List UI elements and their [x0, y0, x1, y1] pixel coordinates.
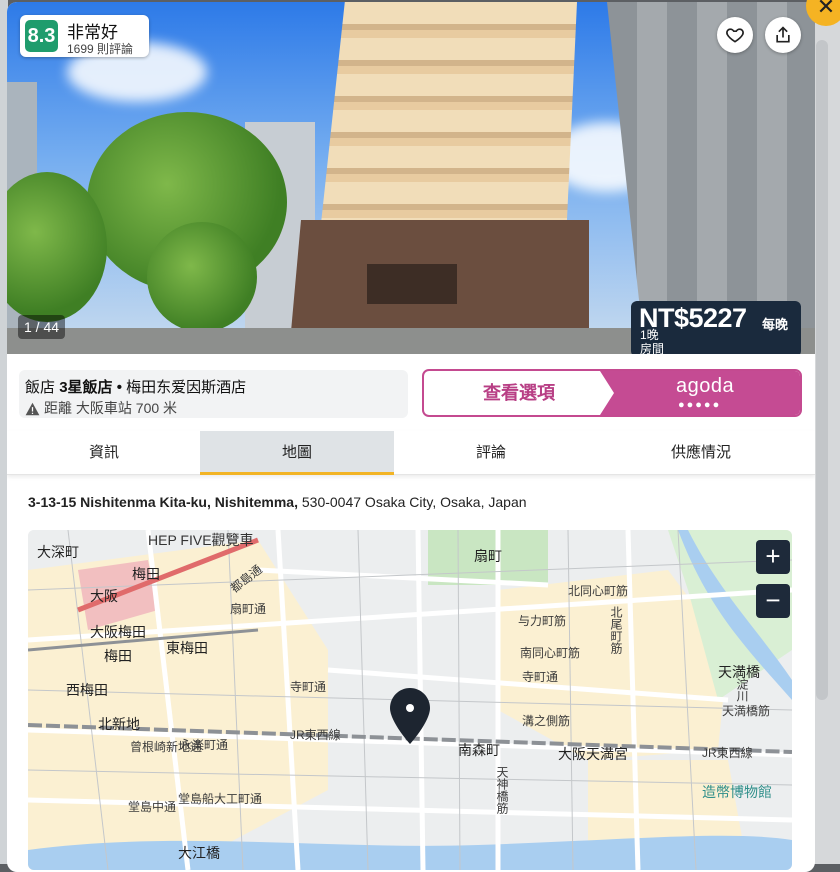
map-label-ogimachi: 扇町 — [474, 548, 502, 564]
map-label-minami-doshin: 南同心町筋 — [520, 646, 581, 660]
map-zoom-out-button[interactable]: − — [756, 584, 790, 618]
tab-map[interactable]: 地圖 — [200, 431, 394, 475]
map-label-jr-tozai: JR東西線 — [290, 728, 341, 742]
map-label-teramachi: 寺町通 — [290, 680, 327, 694]
hotel-type: 飯店 — [25, 379, 56, 396]
hotel-stars: 3星飯店 — [59, 379, 113, 396]
location-map[interactable]: HEP FIVE觀覽車 大深町 扇町 梅田 大阪 大阪梅田 梅田 東梅田 扇町通… — [28, 530, 792, 870]
map-label-mint-museum: 造幣博物館 — [702, 784, 772, 800]
share-icon — [776, 26, 790, 43]
map-label-yodogawa: 淀川 — [735, 678, 749, 702]
review-count: 1699 則評論 — [67, 42, 134, 56]
share-button[interactable] — [765, 17, 801, 53]
price-room-label: 房間 — [640, 342, 665, 354]
agoda-logo: agoda — [676, 375, 735, 397]
address-street: 3-13-15 Nishitenma Kita-ku, Nishitemma, — [28, 494, 298, 510]
map-label-kitadoshin: 北同心町筋 — [568, 584, 629, 598]
map-label-osaka: 大阪 — [90, 588, 118, 604]
tab-reviews[interactable]: 評論 — [394, 431, 588, 475]
map-label-higashi-umeda: 東梅田 — [166, 640, 208, 656]
distance-text: 距離 大阪車站 700 米 — [44, 400, 178, 416]
hotel-separator: • — [116, 379, 122, 396]
view-options-button[interactable]: 查看選項 agoda ●●●●● — [422, 369, 802, 417]
photo-hotel-entrance — [367, 264, 457, 304]
modal-scrollbar[interactable] — [816, 40, 828, 700]
price-nights: 1晚 房間 — [640, 328, 664, 354]
map-label-eiraku: 永楽町通 — [180, 738, 229, 752]
photo-counter: 1 / 44 — [18, 315, 66, 339]
price-nights-count: 1晚 — [640, 328, 659, 342]
hotel-name: 梅田东爱因斯酒店 — [126, 379, 247, 396]
map-label-osaka-mint-street: 天神橋筋 — [495, 766, 509, 814]
map-zoom-in-button[interactable]: + — [756, 540, 790, 574]
map-label-dojima-naka: 堂島中通 — [128, 800, 177, 814]
map-label-tenjinbashi: 天満橋筋 — [722, 704, 771, 718]
map-label-umeda-station: 梅田 — [132, 566, 160, 582]
map-label-ogimachi-dori: 扇町通 — [230, 602, 267, 616]
map-label-nishi-umeda: 西梅田 — [66, 682, 108, 698]
hotel-info-bar: 飯店 3星飯店 • 梅田东爱因斯酒店 距離 大阪車站 700 米 — [19, 370, 408, 418]
address-city: 530-0047 Osaka City, Osaka, Japan — [301, 494, 527, 510]
map-label-teramachi-east: 寺町通 — [522, 670, 559, 684]
view-options-label: 查看選項 — [483, 383, 555, 403]
tab-info[interactable]: 資訊 — [7, 431, 201, 475]
heart-icon — [726, 28, 744, 43]
map-label-umeda: 梅田 — [104, 648, 132, 664]
detail-tabs: 資訊 地圖 評論 供應情況 — [7, 431, 815, 475]
rating-score: 8.3 — [25, 20, 58, 52]
hotel-distance: 距離 大阪車站 700 米 — [25, 398, 177, 418]
hotel-photo[interactable]: 8.3 非常好 1699 則評論 1 / 44 NT$5227 每晚 1晚 房間 — [7, 2, 815, 354]
map-label-jr-tozai-east: JR東西線 — [702, 746, 753, 760]
map-label-yoriki: 与力町筋 — [518, 614, 567, 628]
price-per-night: 每晚 — [762, 317, 789, 332]
hotel-address: 3-13-15 Nishitenma Kita-ku, Nishitemma, … — [28, 494, 527, 510]
tab-availability[interactable]: 供應情況 — [604, 431, 798, 475]
warning-icon — [25, 402, 40, 416]
map-label-hep-five: HEP FIVE觀覽車 — [148, 532, 254, 548]
map-label-dojimahama: 堂島船大工町通 — [178, 792, 263, 806]
price-tag: NT$5227 每晚 1晚 房間 — [631, 301, 801, 354]
map-label-osaka-umeda: 大阪梅田 — [90, 624, 146, 640]
favorite-button[interactable] — [717, 17, 753, 53]
map-label-mizonokawa: 溝之側筋 — [522, 714, 571, 728]
photo-tree — [147, 222, 257, 332]
map-label-kita-shinchi: 北新地 — [98, 716, 140, 732]
hotel-title-line: 飯店 3星飯店 • 梅田东爱因斯酒店 — [25, 376, 246, 397]
map-label-minami-morimachi: 南森町 — [458, 742, 500, 758]
map-label-osaka-tenmangu: 大阪天満宮 — [558, 746, 628, 762]
hotel-detail-modal: 8.3 非常好 1699 則評論 1 / 44 NT$5227 每晚 1晚 房間 — [7, 2, 815, 872]
map-label-daifukamachi: 大深町 — [37, 544, 79, 560]
close-icon: ✕ — [816, 0, 836, 19]
rating-badge: 8.3 非常好 1699 則評論 — [20, 15, 149, 57]
map-label-kita-kojimachi: 北尾町筋 — [609, 606, 623, 654]
map-label-oebashi: 大江橋 — [178, 845, 220, 861]
agoda-logo-dots: ●●●●● — [678, 399, 722, 411]
